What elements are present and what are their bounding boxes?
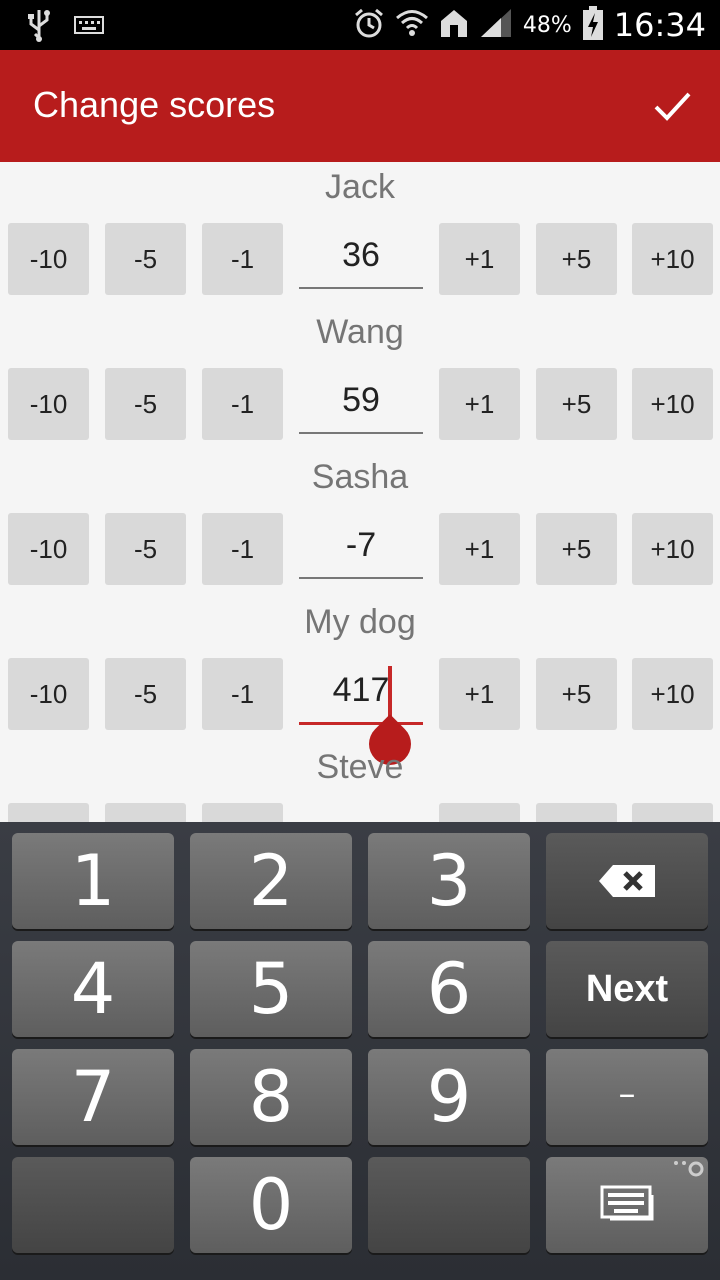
plus-10-button[interactable]: +10: [632, 223, 713, 295]
key-label: 1: [70, 840, 116, 922]
player-row: Steve: [0, 742, 720, 822]
key-0[interactable]: 0: [190, 1157, 352, 1253]
minus-1-button[interactable]: -1: [202, 368, 283, 440]
minus-5-button[interactable]: -5: [105, 513, 186, 585]
minus-key[interactable]: –: [546, 1049, 708, 1145]
plus-5-button[interactable]: [536, 803, 617, 822]
numeric-keyboard: 1 2 3 4 5 6 Next 7 8 9 – 0: [0, 822, 720, 1280]
player-name: Jack: [325, 168, 395, 206]
player-row: Jack -10 -5 -1 36 +1 +5 +10: [0, 162, 720, 307]
blank-key-right[interactable]: [368, 1157, 530, 1253]
key-7[interactable]: 7: [12, 1049, 174, 1145]
minus-10-button[interactable]: -10: [8, 368, 89, 440]
plus-1-button[interactable]: +1: [439, 658, 520, 730]
plus-1-button[interactable]: [439, 803, 520, 822]
backspace-key[interactable]: [546, 833, 708, 929]
key-label: 5: [248, 948, 294, 1030]
player-row: Wang -10 -5 -1 59 +1 +5 +10: [0, 307, 720, 452]
key-label: 7: [70, 1056, 116, 1138]
minus-1-button[interactable]: -1: [202, 513, 283, 585]
plus-1-button[interactable]: +1: [439, 368, 520, 440]
score-input[interactable]: 36: [299, 223, 423, 289]
key-6[interactable]: 6: [368, 941, 530, 1037]
minus-5-button[interactable]: -5: [105, 368, 186, 440]
key-label: 4: [70, 948, 116, 1030]
alarm-icon: [353, 7, 385, 43]
key-label: 3: [426, 840, 472, 922]
player-name: My dog: [304, 603, 416, 641]
player-row: My dog -10 -5 -1 417 +1 +5 +10: [0, 597, 720, 742]
score-input-focused[interactable]: 417: [299, 658, 423, 725]
player-row: Sasha -10 -5 -1 -7 +1 +5 +10: [0, 452, 720, 597]
key-label: 8: [248, 1056, 294, 1138]
minus-10-button[interactable]: -10: [8, 513, 89, 585]
minus-5-button[interactable]: -5: [105, 223, 186, 295]
player-name: Steve: [316, 748, 404, 786]
app-bar: Change scores: [0, 50, 720, 162]
key-label: 0: [248, 1164, 294, 1246]
plus-5-button[interactable]: +5: [536, 658, 617, 730]
minus-1-button[interactable]: -1: [202, 223, 283, 295]
key-label: 6: [426, 948, 472, 1030]
plus-1-button[interactable]: +1: [439, 223, 520, 295]
plus-5-button[interactable]: +5: [536, 223, 617, 295]
keyboard-icon: [74, 15, 104, 39]
key-2[interactable]: 2: [190, 833, 352, 929]
minus-5-button[interactable]: [105, 803, 186, 822]
battery-icon: [582, 5, 604, 45]
key-3[interactable]: 3: [368, 833, 530, 929]
minus-10-button[interactable]: -10: [8, 658, 89, 730]
score-input[interactable]: -7: [299, 513, 423, 579]
key-8[interactable]: 8: [190, 1049, 352, 1145]
home-icon: [439, 7, 469, 43]
plus-1-button[interactable]: +1: [439, 513, 520, 585]
confirm-button[interactable]: [652, 86, 692, 126]
player-name: Wang: [316, 313, 404, 351]
plus-10-button[interactable]: +10: [632, 368, 713, 440]
clock: 16:34: [613, 6, 706, 44]
check-icon: [654, 92, 691, 121]
minus-1-button[interactable]: -1: [202, 658, 283, 730]
next-label: Next: [585, 968, 669, 1010]
key-1[interactable]: 1: [12, 833, 174, 929]
status-bar: 48% 16:34: [0, 0, 720, 50]
minus-10-button[interactable]: -10: [8, 223, 89, 295]
usb-icon: [26, 8, 52, 46]
next-key[interactable]: Next: [546, 941, 708, 1037]
plus-5-button[interactable]: +5: [536, 513, 617, 585]
plus-10-button[interactable]: +10: [632, 658, 713, 730]
minus-1-button[interactable]: [202, 803, 283, 822]
key-label: 2: [248, 840, 294, 922]
minus-10-button[interactable]: [8, 803, 89, 822]
minus-label: –: [618, 1074, 636, 1114]
scores-list[interactable]: Jack -10 -5 -1 36 +1 +5 +10 Wang -10 -5 …: [0, 162, 720, 822]
minus-5-button[interactable]: -5: [105, 658, 186, 730]
plus-10-button[interactable]: +10: [632, 513, 713, 585]
keyboard-settings-key[interactable]: [546, 1157, 708, 1253]
text-cursor: [388, 666, 392, 718]
score-input[interactable]: 59: [299, 368, 423, 434]
page-title: Change scores: [33, 84, 276, 125]
key-label: 9: [426, 1056, 472, 1138]
signal-icon: [479, 7, 513, 43]
wifi-icon: [395, 7, 429, 43]
plus-5-button[interactable]: +5: [536, 368, 617, 440]
key-4[interactable]: 4: [12, 941, 174, 1037]
player-name: Sasha: [311, 458, 409, 496]
blank-key-left[interactable]: [12, 1157, 174, 1253]
backspace-icon: [599, 865, 655, 897]
keyboard-settings-icon: [600, 1161, 704, 1221]
plus-10-button[interactable]: [632, 803, 713, 822]
battery-percent: 48%: [522, 12, 572, 38]
key-5[interactable]: 5: [190, 941, 352, 1037]
key-9[interactable]: 9: [368, 1049, 530, 1145]
